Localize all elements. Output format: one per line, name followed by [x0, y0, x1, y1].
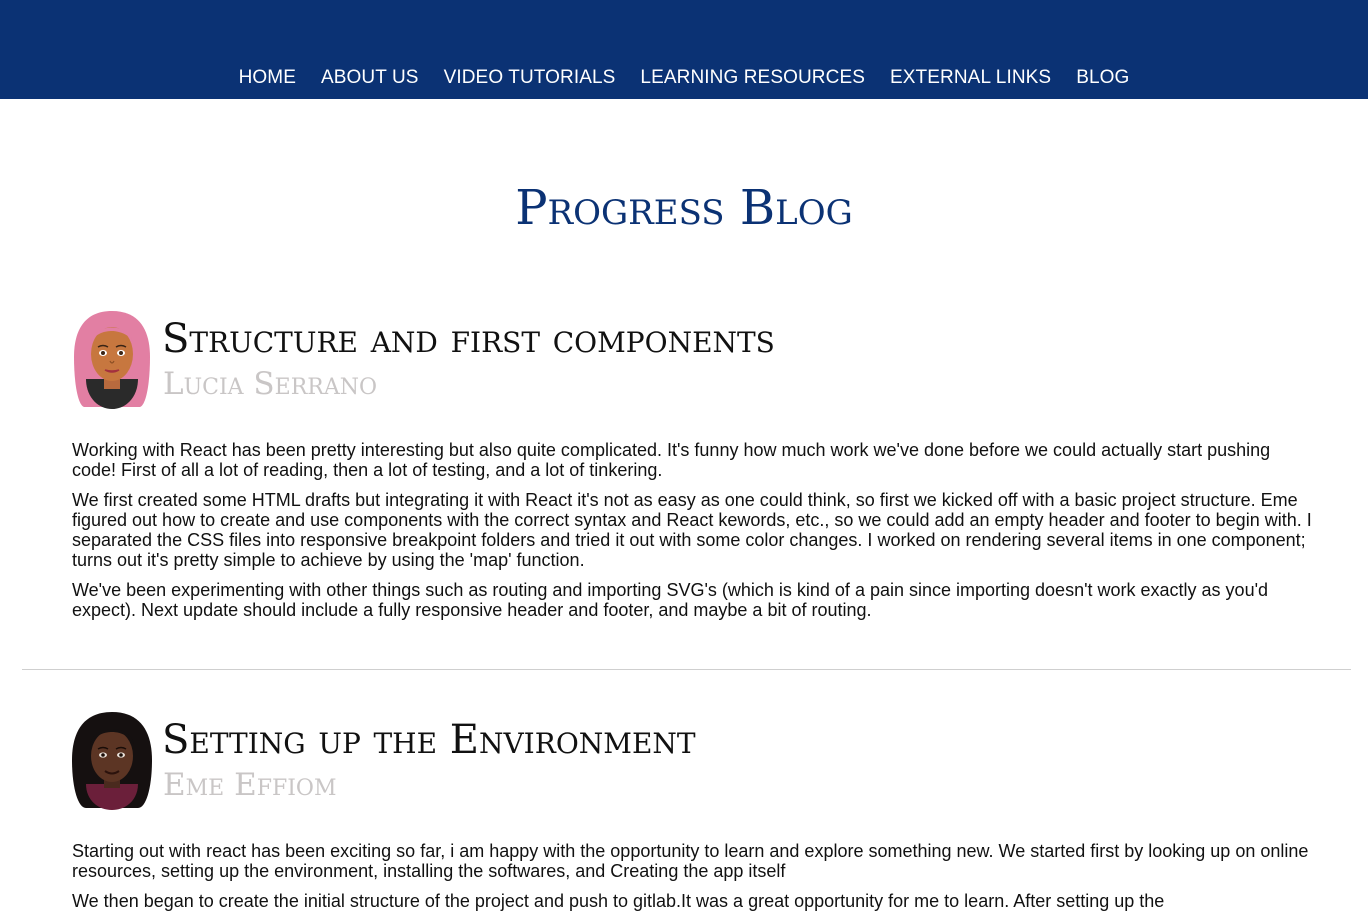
nav-home[interactable]: HOME — [239, 66, 296, 90]
page-title: Progress Blog — [515, 180, 853, 236]
post-title: Setting up the Environment — [162, 717, 696, 763]
nav-video-tutorials[interactable]: VIDEO TUTORIALS — [444, 66, 616, 90]
post-divider — [22, 669, 1351, 670]
post-paragraph: We then began to create the initial stru… — [72, 891, 1165, 911]
post-author: Lucia Serrano — [163, 366, 377, 402]
post-paragraph: Working with React has been pretty inter… — [72, 440, 1271, 480]
nav-blog[interactable]: BLOG — [1076, 66, 1129, 90]
nav-learning-resources[interactable]: LEARNING RESOURCES — [640, 66, 865, 90]
post-paragraph: Starting out with react has been excitin… — [72, 841, 1309, 881]
post-paragraph: We've been experimenting with other thin… — [72, 580, 1269, 620]
post-body: Starting out with react has been excitin… — [72, 841, 1312, 921]
woman-avatar-black-hair-icon — [72, 710, 152, 810]
nav-about-us[interactable]: ABOUT US — [321, 66, 419, 90]
post-paragraph: We first created some HTML drafts but in… — [72, 490, 1312, 570]
main-nav: HOME ABOUT US VIDEO TUTORIALS LEARNING R… — [0, 66, 1368, 90]
nav-external-links[interactable]: EXTERNAL LINKS — [890, 66, 1051, 90]
post-title: Structure and first components — [162, 316, 775, 362]
post-author: Eme Effiom — [163, 767, 337, 803]
woman-avatar-pink-hair-icon — [72, 309, 152, 409]
site-header: HOME ABOUT US VIDEO TUTORIALS LEARNING R… — [0, 0, 1368, 99]
post-body: Working with React has been pretty inter… — [72, 440, 1312, 630]
